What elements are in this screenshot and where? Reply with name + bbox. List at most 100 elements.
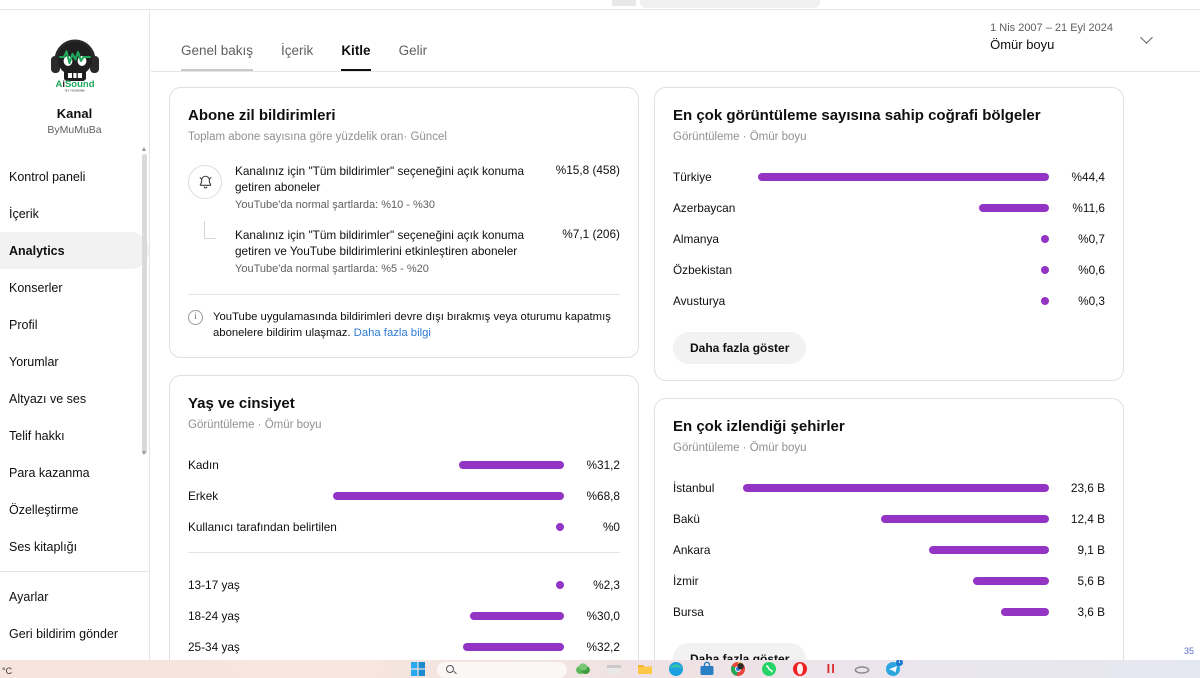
section-divider <box>188 552 620 553</box>
metric-label: 18-24 yaş <box>188 608 240 623</box>
tab-kitle[interactable]: Kitle <box>327 25 384 71</box>
folder-icon[interactable] <box>637 661 653 677</box>
tab-icerik[interactable]: İçerik <box>267 25 327 71</box>
metric-track <box>710 514 1049 523</box>
date-range-selector[interactable]: 1 Nis 2007 – 21 Eyl 2024 Ömür boyu <box>990 20 1155 54</box>
sidebar-item-label: Kontrol paneli <box>9 169 86 184</box>
metric-row: Erkek %68,8 <box>188 480 620 511</box>
edge-browser-icon[interactable] <box>668 661 684 677</box>
sidebar-item-label: Özelleştirme <box>9 502 79 517</box>
weather-widget[interactable]: °C <box>0 660 36 678</box>
metric-value: %31,2 <box>586 457 620 472</box>
music-note-icon[interactable] <box>823 661 839 677</box>
metric-value: 5,6 B <box>1077 573 1105 588</box>
sidebar-item-altyazi-ve-ses[interactable]: Altyazı ve ses <box>0 380 149 417</box>
metric-value: %0,7 <box>1078 231 1105 246</box>
sidebar-item-telif-hakki[interactable]: Telif hakkı <box>0 417 149 454</box>
sidebar-item-icerik[interactable]: İçerik <box>0 195 149 232</box>
opera-browser-icon[interactable] <box>792 661 808 677</box>
card-footnote: i YouTube uygulamasında bildirimleri dev… <box>188 309 620 341</box>
sidebar-scrollbar[interactable] <box>142 154 147 454</box>
page-scroll-indicator: 35 <box>1183 646 1194 656</box>
channel-label: Kanal <box>56 106 93 121</box>
metric-bar <box>929 545 1049 554</box>
chevron-down-icon[interactable] <box>1141 30 1155 44</box>
more-info-link[interactable]: Daha fazla bilgi <box>354 327 431 339</box>
tab-gelir[interactable]: Gelir <box>385 25 442 71</box>
metric-track <box>722 172 1049 181</box>
metric-row: Almanya %0,7 <box>673 223 1105 254</box>
store-icon[interactable] <box>699 661 715 677</box>
sidebar-item-analytics[interactable]: Analytics <box>0 232 149 269</box>
tab-genel-bakis[interactable]: Genel bakış <box>167 25 267 71</box>
taskbar-search-box[interactable] <box>437 662 567 678</box>
sidebar-item-kontrol-paneli[interactable]: Kontrol paneli <box>0 158 149 195</box>
date-range-value: 1 Nis 2007 – 21 Eyl 2024 <box>990 22 1113 34</box>
windows-start-icon[interactable] <box>410 661 426 677</box>
metric-bar <box>972 576 1049 585</box>
notification-benchmark-text: YouTube'da normal şartlarda: %5 - %20 <box>235 263 429 275</box>
sidebar-item-geri-bildirim-gonder[interactable]: Geri bildirim gönder <box>0 615 149 652</box>
file-explorer-icon[interactable] <box>606 661 622 677</box>
card-cografi-bolgeler: En çok görüntüleme sayısına sahip coğraf… <box>654 87 1124 381</box>
metric-label: 25-34 yaş <box>188 639 240 654</box>
sidebar-item-ses-kitapligi[interactable]: Ses kitaplığı <box>0 528 149 565</box>
metric-value: 9,1 B <box>1077 542 1105 557</box>
metric-value: %11,6 <box>1072 200 1105 215</box>
metric-track <box>745 203 1049 212</box>
analytics-header: Genel bakış İçerik Kitle Gelir 1 Nis 200… <box>151 10 1200 72</box>
metric-track <box>250 642 564 651</box>
whatsapp-icon[interactable] <box>761 661 777 677</box>
telegram-icon[interactable]: 1 <box>885 660 903 677</box>
sidebar-item-profil[interactable]: Profil <box>0 306 149 343</box>
sidebar-item-konserler[interactable]: Konserler <box>0 269 149 306</box>
gender-rows: Kadın %31,2 Erkek %68,8 Kullanıcı tarafı… <box>188 449 620 542</box>
scroll-up-arrow-icon[interactable]: ▲ <box>140 146 148 154</box>
card-divider <box>188 294 620 295</box>
card-title: En çok izlendiği şehirler <box>673 418 845 435</box>
metric-bar <box>1041 265 1049 274</box>
tab-label: Kitle <box>341 43 371 58</box>
metric-row: 25-34 yaş %32,2 <box>188 631 620 660</box>
metric-track <box>735 296 1049 305</box>
show-more-geo-button[interactable]: Daha fazla göster <box>673 332 807 364</box>
date-range-text: 1 Nis 2007 – 21 Eyl 2024 Ömür boyu <box>990 20 1113 54</box>
left-column: Abone zil bildirimleri Toplam abone sayı… <box>169 87 639 660</box>
metric-label: Erkek <box>188 488 219 503</box>
sidebar-item-yorumlar[interactable]: Yorumlar <box>0 343 149 380</box>
main-content: Genel bakış İçerik Kitle Gelir 1 Nis 200… <box>151 10 1200 660</box>
metric-row: Ankara 9,1 B <box>673 534 1105 565</box>
metric-label: Türkiye <box>673 169 712 184</box>
browser-tab-stub[interactable] <box>640 0 820 8</box>
chrome-browser-icon[interactable] <box>730 661 746 677</box>
show-more-cities-button[interactable]: Daha fazla göster <box>673 643 807 660</box>
copilot-icon[interactable] <box>575 661 591 677</box>
sidebar-item-label: Analytics <box>9 243 65 258</box>
card-title: Yaş ve cinsiyet <box>188 395 295 412</box>
notification-main-text: Kanalınız için "Tüm bildirimler" seçeneğ… <box>235 228 525 258</box>
sidebar-item-label: Profil <box>9 317 38 332</box>
analytics-tabs: Genel bakış İçerik Kitle Gelir <box>167 25 441 71</box>
info-icon: i <box>188 310 203 325</box>
sidebar-item-para-kazanma[interactable]: Para kazanma <box>0 454 149 491</box>
windows-taskbar: °C 1 <box>0 660 1200 678</box>
metric-bar <box>880 514 1049 523</box>
sidebar-nav: ▲ ▼ Kontrol paneli İçerik Analytics Kons… <box>0 146 149 652</box>
card-subtitle: Görüntüleme · Ömür boyu <box>673 442 807 454</box>
channel-avatar[interactable]: AiSound BY YOUMUBA <box>0 30 149 92</box>
metric-row: Türkiye %44,4 <box>673 161 1105 192</box>
metric-track <box>724 483 1049 492</box>
metric-label: Bursa <box>673 604 704 619</box>
metric-bar <box>462 642 564 651</box>
metric-row: 18-24 yaş %30,0 <box>188 600 620 631</box>
elbow-line <box>204 221 216 239</box>
sidebar-item-ayarlar[interactable]: Ayarlar <box>0 578 149 615</box>
notification-row: Kanalınız için "Tüm bildirimler" seçeneğ… <box>188 163 620 213</box>
scroll-down-arrow-icon[interactable]: ▼ <box>140 450 148 458</box>
card-title: En çok görüntüleme sayısına sahip coğraf… <box>673 107 1041 124</box>
card-subtitle: Toplam abone sayısına göre yüzdelik oran… <box>188 131 447 143</box>
phone-link-icon[interactable] <box>854 661 870 677</box>
sidebar-item-label: Geri bildirim gönder <box>9 626 119 641</box>
metric-bar <box>469 611 564 620</box>
sidebar-item-ozellestirme[interactable]: Özelleştirme <box>0 491 149 528</box>
